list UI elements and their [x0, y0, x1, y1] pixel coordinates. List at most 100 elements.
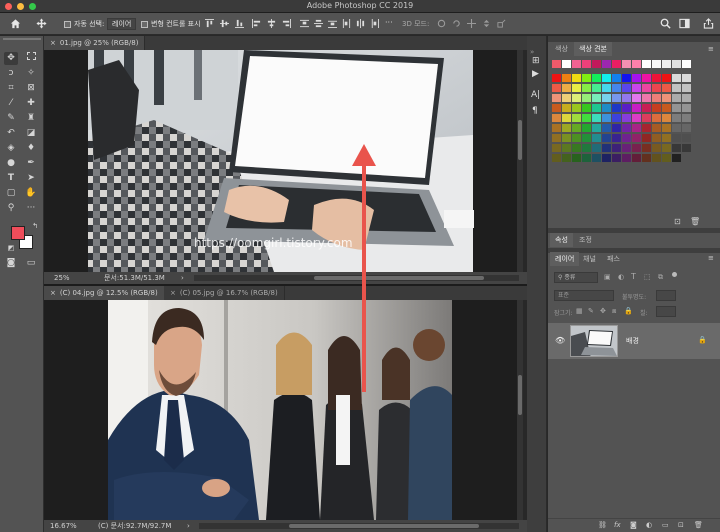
3d-roll-icon[interactable]	[452, 19, 461, 28]
color-swatch[interactable]	[652, 134, 661, 142]
workspace-icon[interactable]	[679, 18, 690, 29]
history-brush-tool-icon[interactable]: ↶	[4, 127, 18, 140]
color-swatch[interactable]	[552, 134, 561, 142]
color-swatch[interactable]	[672, 154, 681, 162]
color-swatch[interactable]	[602, 74, 611, 82]
color-swatch[interactable]	[672, 94, 681, 102]
color-swatch[interactable]	[552, 144, 561, 152]
layer-mask-icon[interactable]: ◙	[630, 521, 637, 529]
color-swatch[interactable]	[662, 84, 671, 92]
color-swatch[interactable]	[592, 94, 601, 102]
color-swatch[interactable]	[662, 154, 671, 162]
color-swatch[interactable]	[582, 74, 591, 82]
swatches-tab[interactable]: 색상 견본	[574, 42, 612, 56]
color-swatch[interactable]	[612, 134, 621, 142]
color-swatch[interactable]	[652, 60, 661, 68]
foreground-color-swatch[interactable]	[11, 226, 25, 240]
color-swatch[interactable]	[672, 84, 681, 92]
align-top-icon[interactable]	[205, 19, 214, 28]
color-swatch[interactable]	[582, 114, 591, 122]
color-swatch[interactable]	[552, 84, 561, 92]
doc2-vertical-scrollbar[interactable]	[517, 300, 523, 520]
layer-name[interactable]: 배경	[626, 336, 639, 346]
color-swatch[interactable]	[552, 124, 561, 132]
swap-colors-icon[interactable]: ↰	[28, 220, 42, 233]
color-swatch[interactable]	[682, 104, 691, 112]
new-layer-icon[interactable]: ⊡	[678, 521, 684, 529]
color-swatch[interactable]	[592, 74, 601, 82]
channels-tab[interactable]: 채널	[578, 252, 601, 266]
doc1-zoom-readout[interactable]: 25%	[54, 272, 70, 284]
color-swatch[interactable]	[652, 104, 661, 112]
distribute-vcenter-icon[interactable]	[314, 19, 323, 28]
eyedropper-tool-icon[interactable]: ⁄	[4, 97, 18, 110]
blend-mode-dropdown[interactable]: 표준	[554, 290, 614, 301]
doc1-tab[interactable]: × 01.jpg @ 25% (RGB/8)	[44, 36, 146, 50]
color-swatch[interactable]	[642, 144, 651, 152]
color-swatch[interactable]	[562, 144, 571, 152]
color-swatch[interactable]	[572, 114, 581, 122]
color-swatch[interactable]	[632, 104, 641, 112]
move-tool-icon[interactable]: ✥	[4, 52, 18, 65]
doc3-tab[interactable]: × (C) 05.jpg @ 16.7% (RGB/8)	[164, 286, 285, 300]
3d-slide-icon[interactable]	[482, 19, 491, 28]
blur-tool-icon[interactable]: ♦	[24, 142, 38, 155]
color-swatch[interactable]	[602, 84, 611, 92]
color-swatch[interactable]	[642, 60, 651, 68]
lock-transparent-icon[interactable]: ▦	[576, 307, 583, 315]
color-swatch[interactable]	[622, 60, 631, 68]
path-selection-tool-icon[interactable]: ➤	[24, 172, 38, 185]
color-swatch[interactable]	[682, 60, 691, 68]
align-right-icon[interactable]	[282, 19, 291, 28]
color-swatch[interactable]	[612, 124, 621, 132]
doc2-horizontal-scrollbar[interactable]	[199, 523, 519, 529]
color-swatch[interactable]	[642, 134, 651, 142]
more-options-icon[interactable]: ···	[385, 18, 393, 27]
screen-mode-icon[interactable]: ▭	[24, 257, 38, 270]
color-swatch[interactable]	[642, 84, 651, 92]
doc1-status-menu-icon[interactable]: ›	[181, 272, 184, 284]
color-swatch[interactable]	[622, 154, 631, 162]
color-swatch[interactable]	[612, 104, 621, 112]
marquee-tool-icon[interactable]	[24, 52, 38, 65]
color-swatch[interactable]	[682, 84, 691, 92]
color-swatch[interactable]	[582, 60, 591, 68]
color-swatch[interactable]	[632, 74, 641, 82]
filter-type-icon[interactable]: T	[631, 272, 636, 281]
color-swatch[interactable]	[562, 60, 571, 68]
hand-tool-icon[interactable]: ✋	[24, 187, 38, 200]
doc2-canvas[interactable]	[44, 300, 517, 520]
align-left-icon[interactable]	[252, 19, 261, 28]
close-tab-icon[interactable]: ×	[170, 289, 176, 297]
color-swatch[interactable]	[562, 104, 571, 112]
3d-rotate-icon[interactable]	[437, 19, 446, 28]
dodge-tool-icon[interactable]: ●	[4, 157, 18, 170]
color-swatch[interactable]	[562, 94, 571, 102]
healing-brush-tool-icon[interactable]: ✚	[24, 97, 38, 110]
brush-tool-icon[interactable]: ✎	[4, 112, 18, 125]
color-swatch[interactable]	[652, 114, 661, 122]
layer-style-icon[interactable]: fx	[614, 521, 621, 529]
link-layers-icon[interactable]: ⛓	[598, 521, 607, 529]
color-swatch[interactable]	[682, 144, 691, 152]
swatches-panel-menu-icon[interactable]: ≡	[708, 45, 714, 53]
color-swatch[interactable]	[562, 124, 571, 132]
color-swatch[interactable]	[672, 134, 681, 142]
filter-adjustment-icon[interactable]: ◐	[618, 273, 624, 281]
quick-mask-icon[interactable]: ◙	[4, 257, 18, 270]
color-swatch[interactable]	[552, 94, 561, 102]
layers-tab[interactable]: 레이어	[550, 252, 580, 266]
color-swatch[interactable]	[582, 124, 591, 132]
color-swatch[interactable]	[672, 60, 681, 68]
fill-field[interactable]	[656, 306, 676, 317]
color-swatch[interactable]	[642, 114, 651, 122]
color-swatch[interactable]	[642, 154, 651, 162]
share-icon[interactable]	[703, 18, 714, 29]
filter-smart-object-icon[interactable]: ⧉	[658, 273, 663, 282]
color-swatch[interactable]	[552, 104, 561, 112]
color-swatch[interactable]	[602, 60, 611, 68]
paragraph-panel-icon[interactable]: ¶	[532, 106, 538, 116]
color-swatch[interactable]	[632, 60, 641, 68]
color-swatch[interactable]	[592, 114, 601, 122]
color-swatch[interactable]	[652, 124, 661, 132]
